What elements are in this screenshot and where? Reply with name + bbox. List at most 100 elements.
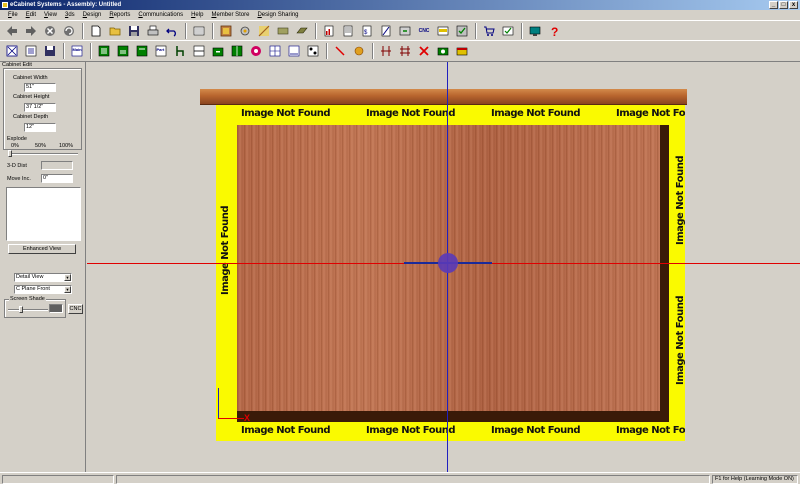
cart-button[interactable] [481, 23, 497, 39]
globe-button[interactable] [248, 43, 264, 59]
cabinet-button[interactable] [218, 23, 234, 39]
front-view-button[interactable] [96, 43, 112, 59]
cnc-panel-button[interactable]: CNC [68, 304, 83, 314]
report-button[interactable] [321, 23, 337, 39]
chevron-down-icon[interactable]: ▼ [64, 286, 71, 293]
secondary-toolbar: Main Part [0, 40, 800, 62]
part-view-button[interactable]: Part [153, 43, 169, 59]
list-button[interactable] [23, 43, 39, 59]
import-button[interactable] [397, 23, 413, 39]
cnc-button[interactable]: CNC [416, 23, 432, 39]
tape-texture-text: Image Not Found [675, 155, 685, 246]
3d-viewport[interactable]: Image Not Found Image Not Found Image No… [87, 62, 800, 472]
chevron-down-icon[interactable]: ▼ [64, 274, 71, 281]
cabinet-depth-label: Cabinet Depth [13, 114, 49, 120]
new-button[interactable] [88, 23, 104, 39]
grid-button[interactable] [267, 43, 283, 59]
forward-button[interactable] [23, 23, 39, 39]
cabinet-width-field[interactable]: 51" [24, 83, 56, 92]
open-button[interactable] [107, 23, 123, 39]
maximize-button[interactable]: □ [779, 1, 788, 9]
screen-shade-track [8, 309, 48, 311]
panel-button[interactable] [294, 23, 310, 39]
x-axis-indicator [218, 418, 244, 419]
bom-button[interactable]: $ [359, 23, 375, 39]
toolbox-button[interactable] [454, 43, 470, 59]
svg-text:?: ? [551, 25, 558, 37]
print-button[interactable] [145, 23, 161, 39]
stop-button[interactable] [42, 23, 58, 39]
top-view-button[interactable] [134, 43, 150, 59]
door-button[interactable] [229, 43, 245, 59]
side-view-button[interactable] [115, 43, 131, 59]
menu-view[interactable]: View [40, 10, 61, 20]
camera-button[interactable] [435, 43, 451, 59]
menu-member-store[interactable]: Member Store [207, 10, 253, 20]
line-button[interactable] [332, 43, 348, 59]
optimizer-button[interactable] [454, 23, 470, 39]
part-button[interactable] [275, 23, 291, 39]
divider-button[interactable] [378, 43, 394, 59]
label-icon [381, 25, 391, 36]
shelf-button[interactable] [191, 43, 207, 59]
monitor-button[interactable] [527, 23, 543, 39]
explode-slider[interactable] [8, 150, 12, 157]
delete-button[interactable] [416, 43, 432, 59]
assembly-button[interactable] [191, 23, 207, 39]
cutlist-button[interactable] [340, 23, 356, 39]
menu-reports[interactable]: Reports [105, 10, 134, 20]
menu-file[interactable]: File [4, 10, 22, 20]
drawer-button[interactable] [210, 43, 226, 59]
menu-3ds[interactable]: 3ds [61, 10, 79, 20]
divider-icon [381, 46, 391, 56]
menu-communications[interactable]: Communications [134, 10, 187, 20]
screen-shade-slider[interactable] [18, 306, 23, 313]
origin-marker[interactable] [438, 253, 458, 273]
main-view-button[interactable]: Main [69, 43, 85, 59]
view-select[interactable]: Detail View ▼ [14, 273, 72, 282]
move-inc-field[interactable]: 0" [41, 174, 73, 183]
3d-dist-label: 3-D Dist [7, 163, 27, 169]
back-button[interactable] [4, 23, 20, 39]
undo-button[interactable] [164, 23, 180, 39]
select-button[interactable] [4, 43, 20, 59]
import-icon [399, 26, 411, 35]
hardware-button[interactable] [237, 23, 253, 39]
title-bar: eCabinet Systems - Assembly: Untitled _ … [0, 0, 800, 10]
refresh-button[interactable] [61, 23, 77, 39]
status-pane-middle [116, 475, 710, 484]
toolbar-separator [185, 22, 187, 39]
hinge-icon [307, 45, 319, 57]
cabinet-depth-field[interactable]: 12" [24, 123, 56, 132]
close-button[interactable]: x [789, 1, 798, 9]
laser-icon [437, 26, 449, 35]
enhanced-view-button[interactable]: Enhanced View [8, 244, 76, 254]
toolbar-separator [475, 22, 477, 39]
material-button[interactable] [256, 23, 272, 39]
disk-button[interactable] [42, 43, 58, 59]
cabinet-height-field[interactable]: 37 1/2" [24, 103, 56, 112]
tape-texture-text: Image Not Found [491, 108, 581, 119]
save-button[interactable] [126, 23, 142, 39]
toolbar-separator [63, 43, 65, 59]
forward-icon [26, 25, 36, 36]
dimension-button[interactable] [286, 43, 302, 59]
main-toolbar: $ CNC ? [0, 20, 800, 41]
hinge-button[interactable] [305, 43, 321, 59]
help-button[interactable]: ? [546, 23, 562, 39]
partition-button[interactable] [397, 43, 413, 59]
3d-dist-field[interactable] [41, 161, 73, 170]
label-button[interactable] [378, 23, 394, 39]
menu-design-sharing[interactable]: Design Sharing [253, 10, 302, 20]
part-view-icon: Part [155, 45, 167, 57]
chair-button[interactable] [172, 43, 188, 59]
pull-button[interactable] [351, 43, 367, 59]
refresh-icon [64, 25, 74, 36]
ship-button[interactable] [500, 23, 516, 39]
menu-edit[interactable]: Edit [22, 10, 40, 20]
minimize-button[interactable]: _ [769, 1, 778, 9]
laser-button[interactable] [435, 23, 451, 39]
plane-select[interactable]: C Plane Front ▼ [14, 285, 72, 294]
menu-design[interactable]: Design [79, 10, 106, 20]
menu-help[interactable]: Help [187, 10, 207, 20]
